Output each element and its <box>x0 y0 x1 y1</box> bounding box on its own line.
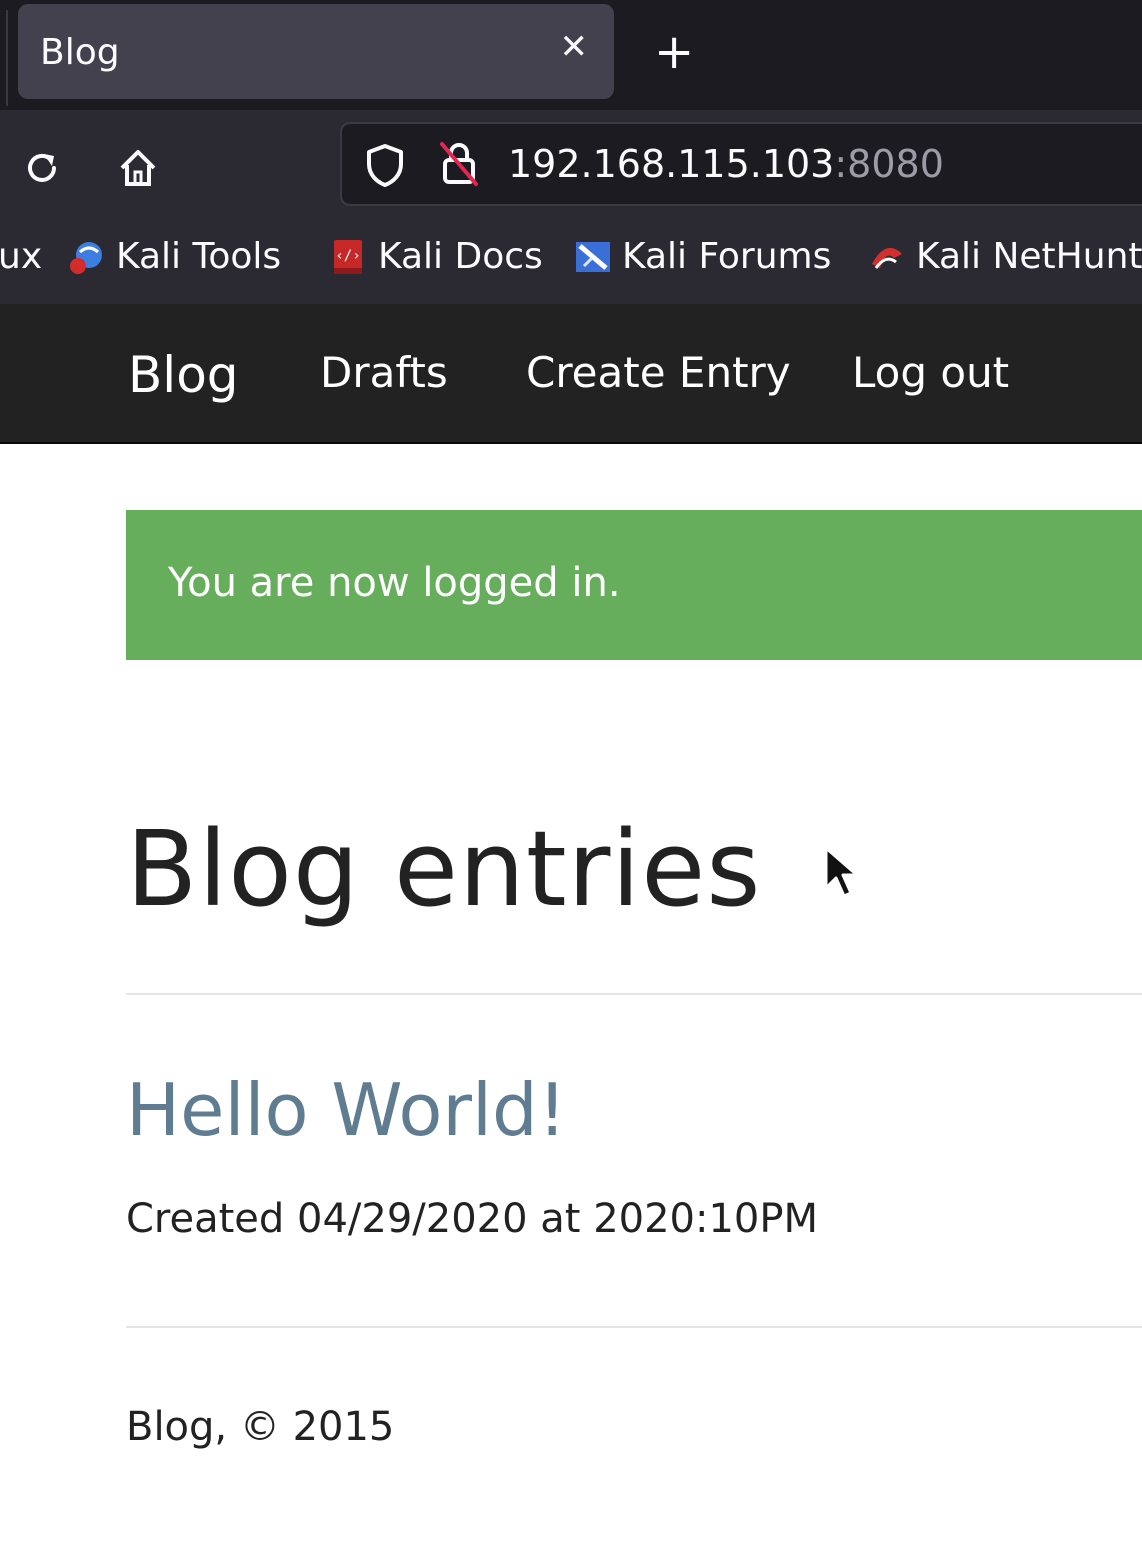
site-navbar: Blog Drafts Create Entry Log out <box>0 304 1142 444</box>
alert-text: You are now logged in. <box>168 560 621 606</box>
footer-text: Blog, © 2015 <box>126 1404 395 1450</box>
url-host: 192.168.115.103 <box>508 142 835 186</box>
nav-drafts[interactable]: Drafts <box>320 348 448 397</box>
brand-link[interactable]: Blog <box>128 346 239 404</box>
shield-icon[interactable] <box>364 142 406 188</box>
tab-strip: Blog ✕ + <box>0 0 1142 110</box>
plus-icon[interactable]: + <box>654 28 694 76</box>
divider <box>126 1326 1142 1328</box>
bookmark-label: Kali Tools <box>116 236 282 277</box>
url-port: :8080 <box>834 142 944 186</box>
url-bar[interactable]: 192.168.115.103:8080 <box>340 122 1142 206</box>
nav-toolbar: 192.168.115.103:8080 <box>0 110 1142 218</box>
kali-docs-icon: ‹/› <box>334 239 362 274</box>
browser-tab[interactable]: Blog ✕ <box>18 4 614 99</box>
nav-create-entry[interactable]: Create Entry <box>526 348 791 397</box>
close-icon[interactable]: ✕ <box>560 30 589 64</box>
bookmark-label: Kali NetHunt <box>916 236 1142 277</box>
reload-icon[interactable] <box>20 146 64 190</box>
nav-log-out[interactable]: Log out <box>852 348 1009 397</box>
insecure-lock-icon[interactable] <box>438 140 480 188</box>
tab-title: Blog <box>40 32 120 73</box>
bookmark-kali-nethunter[interactable]: Kali NetHunt <box>868 236 1142 277</box>
bookmark-label: Kali Forums <box>622 236 832 277</box>
page-title: Blog entries <box>126 808 762 930</box>
bookmark-label: Kali Docs <box>378 236 543 277</box>
kali-forums-icon <box>576 241 610 272</box>
entry-meta: Created 04/29/2020 at 2020:10PM <box>126 1196 818 1242</box>
bookmark-kali-linux[interactable]: ux <box>0 236 42 277</box>
kali-nethunter-icon <box>872 247 902 269</box>
kali-tools-icon <box>70 241 102 274</box>
url-text[interactable]: 192.168.115.103:8080 <box>508 142 944 186</box>
mouse-cursor-icon <box>824 846 859 898</box>
success-alert: You are now logged in. <box>126 510 1142 660</box>
entry-title-link[interactable]: Hello World! <box>126 1068 567 1152</box>
bookmark-label: ux <box>0 236 43 277</box>
bookmark-kali-docs[interactable]: ‹/› Kali Docs <box>330 236 543 277</box>
bookmark-kali-forums[interactable]: Kali Forums <box>574 236 831 277</box>
svg-text:‹/›: ‹/› <box>335 248 360 264</box>
home-icon[interactable] <box>116 146 160 190</box>
bookmark-kali-tools[interactable]: Kali Tools <box>68 236 281 277</box>
divider <box>126 993 1142 995</box>
tab-strip-divider <box>6 10 8 106</box>
bookmarks-bar: ux Kali Tools ‹/› Kali Docs Kali Forums … <box>0 218 1142 304</box>
